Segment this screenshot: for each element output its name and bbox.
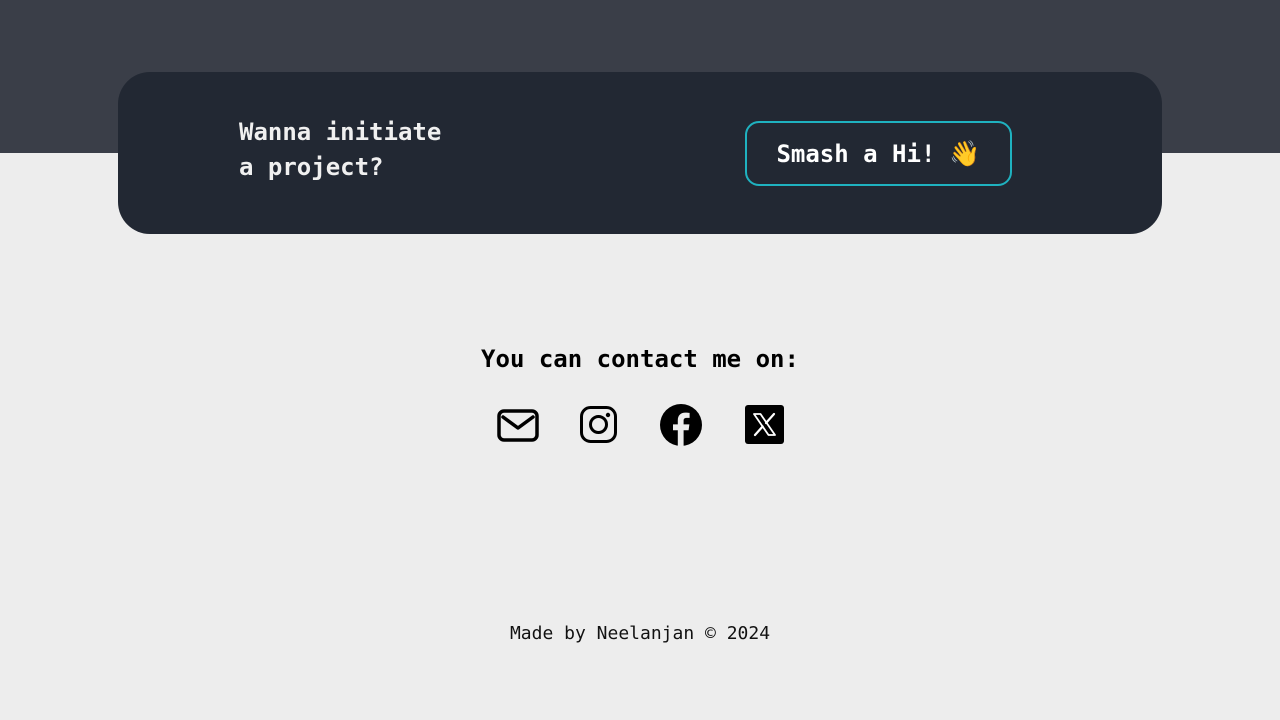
mail-icon: [497, 409, 539, 442]
smash-a-hi-label: Smash a Hi!: [776, 139, 936, 168]
waving-hand-icon: 👋: [949, 139, 981, 168]
cta-heading: Wanna initiate a project?: [239, 115, 499, 185]
footer-credit: Made by Neelanjan © 2024: [509, 623, 771, 644]
cta-card: Wanna initiate a project? Smash a Hi! 👋: [118, 72, 1162, 234]
instagram-link[interactable]: [580, 406, 617, 443]
facebook-icon: [660, 404, 702, 446]
x-icon: [745, 405, 784, 444]
x-link[interactable]: [745, 405, 784, 444]
social-links: [0, 402, 1280, 448]
instagram-icon: [580, 406, 617, 443]
smash-a-hi-button[interactable]: Smash a Hi! 👋: [745, 121, 1012, 186]
cta-heading-line-2: a project?: [239, 153, 384, 181]
contact-title: You can contact me on:: [481, 345, 799, 373]
email-link[interactable]: [497, 409, 539, 442]
facebook-link[interactable]: [660, 404, 702, 446]
cta-heading-line-1: Wanna initiate: [239, 118, 442, 146]
